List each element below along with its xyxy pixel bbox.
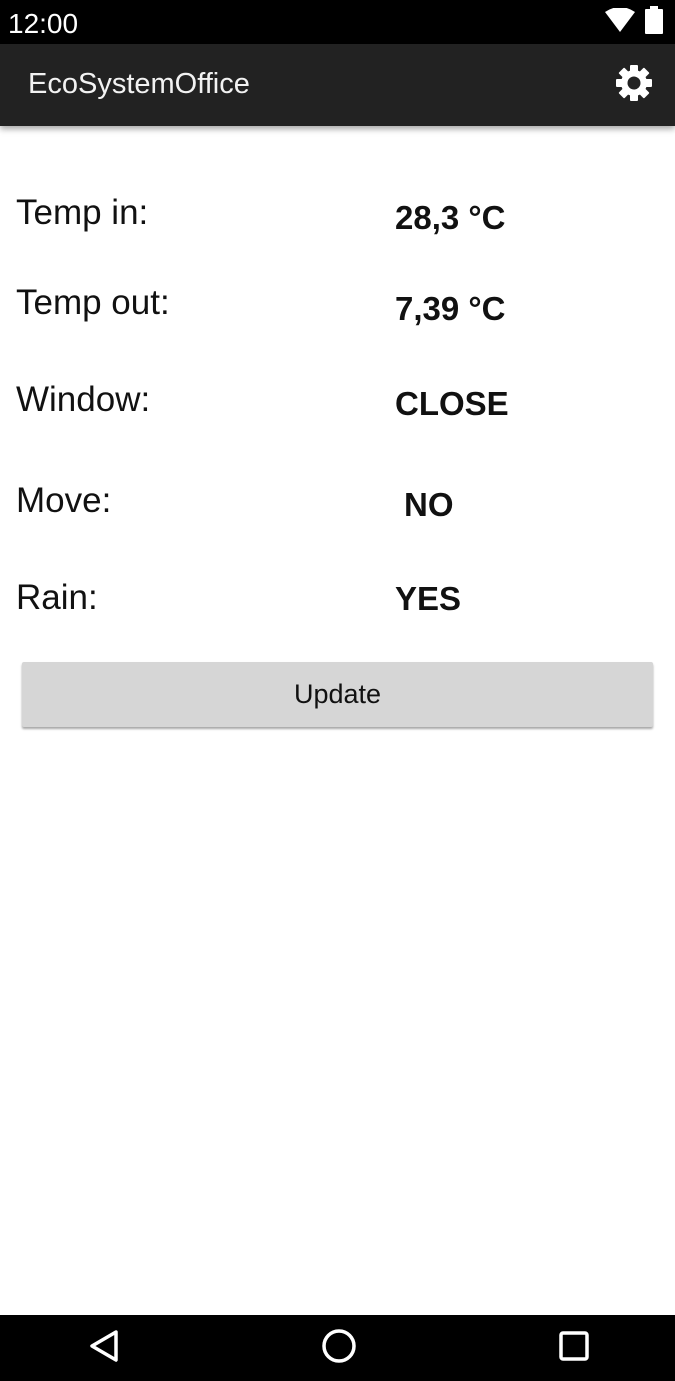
recents-button[interactable] bbox=[539, 1323, 609, 1373]
back-icon bbox=[88, 1329, 120, 1368]
recents-icon bbox=[558, 1330, 590, 1367]
move-label: Move: bbox=[16, 481, 112, 520]
rain-value: YES bbox=[395, 580, 462, 617]
update-button[interactable]: Update bbox=[22, 662, 653, 727]
window-value: CLOSE bbox=[395, 385, 509, 422]
status-bar: 12:00 bbox=[0, 0, 675, 44]
gear-icon bbox=[615, 64, 653, 107]
home-icon bbox=[321, 1328, 357, 1369]
back-button[interactable] bbox=[69, 1323, 139, 1373]
home-button[interactable] bbox=[304, 1323, 374, 1373]
temp-out-label: Temp out: bbox=[16, 283, 170, 322]
window-label: Window: bbox=[16, 380, 151, 419]
settings-button[interactable] bbox=[611, 62, 657, 108]
app-bar: EcoSystemOffice bbox=[0, 44, 675, 126]
status-icons bbox=[605, 5, 663, 37]
battery-icon bbox=[645, 5, 663, 39]
temp-in-value: 28,3 °C bbox=[395, 199, 506, 236]
app-title: EcoSystemOffice bbox=[28, 68, 250, 100]
navigation-bar bbox=[0, 1315, 675, 1381]
status-time: 12:00 bbox=[8, 8, 79, 39]
temp-out-value: 7,39 °C bbox=[395, 290, 506, 327]
wifi-icon bbox=[605, 6, 635, 37]
move-value: NO bbox=[404, 486, 454, 523]
temp-in-label: Temp in: bbox=[16, 193, 149, 232]
rain-label: Rain: bbox=[16, 578, 98, 617]
